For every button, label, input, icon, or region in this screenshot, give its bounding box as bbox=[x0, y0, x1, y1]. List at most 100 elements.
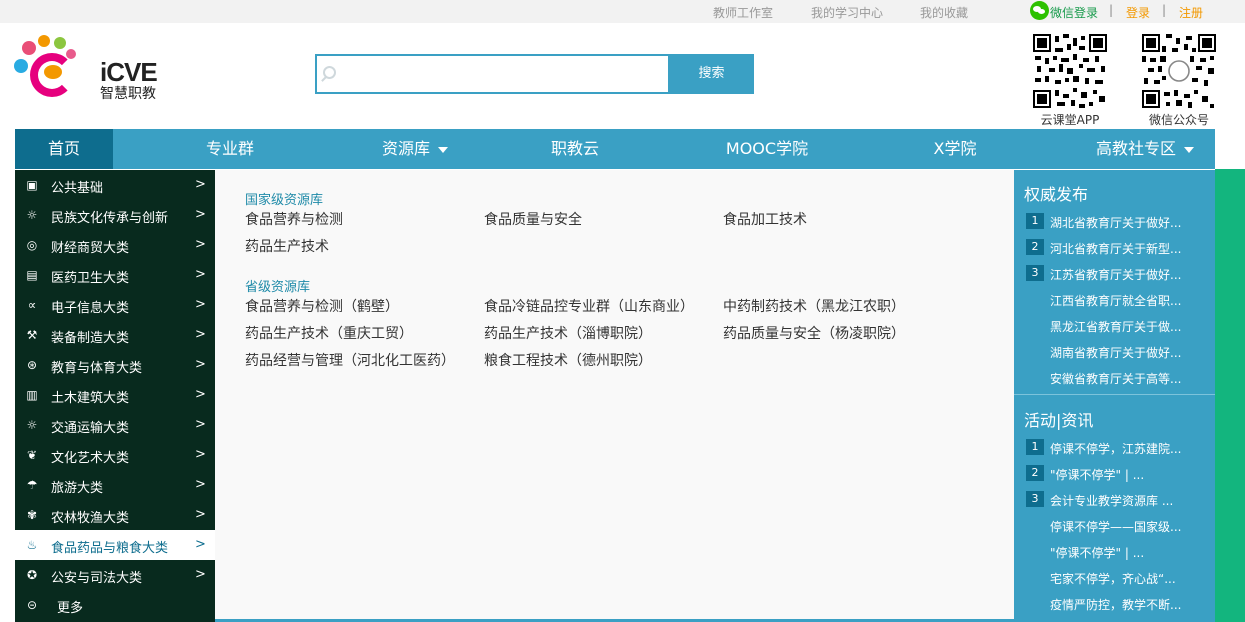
bulb-icon: ☼ bbox=[26, 418, 38, 432]
resource-link[interactable]: 粮食工程技术（德州职院） bbox=[484, 350, 652, 370]
search-button[interactable]: 搜索 bbox=[669, 54, 754, 94]
news-item[interactable]: 停课不停学——国家级... bbox=[1026, 515, 1206, 537]
register-link[interactable]: 注册 bbox=[1179, 4, 1203, 21]
nav-mooc[interactable]: MOOC学院 bbox=[705, 129, 829, 169]
category-transportation[interactable]: ☼ 交通运输大类 > bbox=[15, 410, 215, 440]
news-title: 会计专业教学资源库 ... bbox=[1050, 494, 1174, 508]
resource-link[interactable]: 食品加工技术 bbox=[723, 209, 807, 229]
news-item[interactable]: 3 会计专业教学资源库 ... bbox=[1026, 489, 1206, 511]
lamp-icon: ☼ bbox=[26, 208, 38, 222]
nav-label: 高教社专区 bbox=[1095, 139, 1176, 158]
resource-link[interactable]: 食品营养与检测（鹤壁） bbox=[245, 296, 399, 316]
rank-badge: 1 bbox=[1026, 213, 1044, 229]
category-more[interactable]: ⊝ 更多 bbox=[15, 590, 215, 620]
chevron-right-icon: > bbox=[195, 267, 206, 282]
category-equipment-manufacturing[interactable]: ⚒ 装备制造大类 > bbox=[15, 320, 215, 350]
divider bbox=[1014, 394, 1215, 395]
category-ethnic-culture[interactable]: ☼ 民族文化传承与创新 > bbox=[15, 200, 215, 230]
category-tourism[interactable]: ☂ 旅游大类 > bbox=[15, 470, 215, 500]
building-icon: ▥ bbox=[26, 388, 38, 402]
search-input[interactable] bbox=[341, 60, 661, 88]
category-agriculture[interactable]: ✾ 农林牧渔大类 > bbox=[15, 500, 215, 530]
top-bar: 教师工作室 我的学习中心 我的收藏 微信登录 | 登录 | 注册 bbox=[0, 0, 1245, 23]
category-label: 食品药品与粮食大类 bbox=[51, 541, 169, 556]
provincial-library-title: 省级资源库 bbox=[245, 280, 311, 295]
chevron-down-icon bbox=[438, 146, 448, 153]
news-item[interactable]: 3 江苏省教育厅关于做好... bbox=[1026, 263, 1206, 285]
resource-link[interactable]: 药品经营与管理（河北化工医药） bbox=[245, 350, 455, 370]
resource-link[interactable]: 药品生产技术（淄博职院） bbox=[484, 323, 652, 343]
news-item[interactable]: 湖南省教育厅关于做好... bbox=[1026, 341, 1206, 363]
wechat-login-link[interactable]: 微信登录 bbox=[1050, 4, 1098, 21]
nav-vocational-cloud[interactable]: 职教云 bbox=[530, 129, 620, 169]
category-finance-trade[interactable]: ◎ 财经商贸大类 > bbox=[15, 230, 215, 260]
chevron-right-icon: > bbox=[195, 207, 206, 222]
wechat-icon[interactable] bbox=[1030, 1, 1049, 20]
nav-label: 资源库 bbox=[381, 139, 430, 158]
resource-link[interactable]: 药品质量与安全（杨凌职院） bbox=[723, 323, 905, 343]
resource-link[interactable]: 食品冷链品控专业群（山东商业） bbox=[484, 296, 694, 316]
resource-panel: 国家级资源库 食品营养与检测 食品质量与安全 食品加工技术 药品生产技术 省级资… bbox=[215, 170, 1015, 619]
teacher-studio-link[interactable]: 教师工作室 bbox=[713, 4, 773, 21]
nav-label: MOOC学院 bbox=[725, 139, 809, 158]
rank-badge: 2 bbox=[1026, 465, 1044, 481]
nav-label: 职教云 bbox=[550, 139, 599, 158]
category-education-sports[interactable]: ⊛ 教育与体育大类 > bbox=[15, 350, 215, 380]
category-label: 土木建筑大类 bbox=[51, 391, 130, 406]
news-item[interactable]: 疫情严防控，教学不断... bbox=[1026, 593, 1206, 615]
chevron-right-icon: > bbox=[195, 507, 206, 522]
chevron-right-icon: > bbox=[195, 417, 206, 432]
category-food-drug-grain[interactable]: ♨ 食品药品与粮食大类 > bbox=[15, 530, 215, 560]
category-culture-arts[interactable]: ❦ 文化艺术大类 > bbox=[15, 440, 215, 470]
category-medical-health[interactable]: ▤ 医药卫生大类 > bbox=[15, 260, 215, 290]
resource-link[interactable]: 食品营养与检测 bbox=[245, 209, 343, 229]
resource-link[interactable]: 中药制药技术（黑龙江农职） bbox=[723, 296, 905, 316]
category-public-basics[interactable]: ▣ 公共基础 > bbox=[15, 170, 215, 200]
category-electronic-info[interactable]: ∝ 电子信息大类 > bbox=[15, 290, 215, 320]
rank-badge: 3 bbox=[1026, 265, 1044, 281]
chevron-right-icon: > bbox=[195, 177, 206, 192]
resource-link[interactable]: 药品生产技术 bbox=[245, 236, 329, 256]
nav-home[interactable]: 首页 bbox=[15, 129, 113, 169]
nav-resource-library[interactable]: 资源库 bbox=[360, 129, 470, 169]
category-public-security-law[interactable]: ✪ 公安与司法大类 > bbox=[15, 560, 215, 590]
nav-label: X学院 bbox=[933, 139, 977, 158]
resource-link[interactable]: 药品生产技术（重庆工贸） bbox=[245, 323, 413, 343]
separator: | bbox=[1162, 3, 1167, 17]
site-logo[interactable]: iCVE 智慧职教 bbox=[14, 33, 164, 103]
news-item[interactable]: 黑龙江省教育厅关于做... bbox=[1026, 315, 1206, 337]
category-label: 公共基础 bbox=[51, 181, 104, 196]
resource-link[interactable]: 食品质量与安全 bbox=[484, 209, 582, 229]
news-item[interactable]: 2 "停课不停学" | ... bbox=[1026, 463, 1206, 485]
news-title: "停课不停学" | ... bbox=[1050, 468, 1145, 482]
chevron-right-icon: > bbox=[195, 477, 206, 492]
page: 教师工作室 我的学习中心 我的收藏 微信登录 | 登录 | 注册 iCVE 智慧… bbox=[0, 0, 1245, 622]
search-box bbox=[315, 54, 670, 94]
my-favorites-link[interactable]: 我的收藏 bbox=[920, 4, 968, 21]
news-item[interactable]: 江西省教育厅就全省职... bbox=[1026, 289, 1206, 311]
logo-dot bbox=[14, 59, 28, 73]
nav-hep-zone[interactable]: 高教社专区 bbox=[1085, 129, 1205, 169]
news-title: 黑龙江省教育厅关于做... bbox=[1050, 320, 1182, 334]
news-item[interactable]: 2 河北省教育厅关于新型... bbox=[1026, 237, 1206, 259]
category-label: 民族文化传承与创新 bbox=[51, 211, 169, 226]
chevron-right-icon: > bbox=[195, 297, 206, 312]
logo-dot bbox=[54, 37, 66, 49]
news-item[interactable]: 1 停课不停学，江苏建院... bbox=[1026, 437, 1206, 459]
separator: | bbox=[1109, 3, 1114, 17]
nav-label: 专业群 bbox=[205, 139, 254, 158]
category-label: 农林牧渔大类 bbox=[51, 511, 130, 526]
category-civil-engineering[interactable]: ▥ 土木建筑大类 > bbox=[15, 380, 215, 410]
news-title: 河北省教育厅关于新型... bbox=[1050, 242, 1182, 256]
news-title: "停课不停学" | ... bbox=[1050, 546, 1145, 560]
nav-x-academy[interactable]: X学院 bbox=[915, 129, 995, 169]
nav-major-group[interactable]: 专业群 bbox=[185, 129, 275, 169]
news-item[interactable]: 安徽省教育厅关于高等... bbox=[1026, 367, 1206, 389]
news-item[interactable]: 1 湖北省教育厅关于做好... bbox=[1026, 211, 1206, 233]
news-item[interactable]: "停课不停学" | ... bbox=[1026, 541, 1206, 563]
main-nav: 首页 专业群 资源库 职教云 MOOC学院 X学院 高教社专区 bbox=[15, 129, 1215, 169]
news-item[interactable]: 宅家不停学，齐心战“... bbox=[1026, 567, 1206, 589]
share-icon: ∝ bbox=[27, 298, 37, 312]
login-link[interactable]: 登录 bbox=[1126, 4, 1150, 21]
my-learning-link[interactable]: 我的学习中心 bbox=[811, 4, 883, 21]
